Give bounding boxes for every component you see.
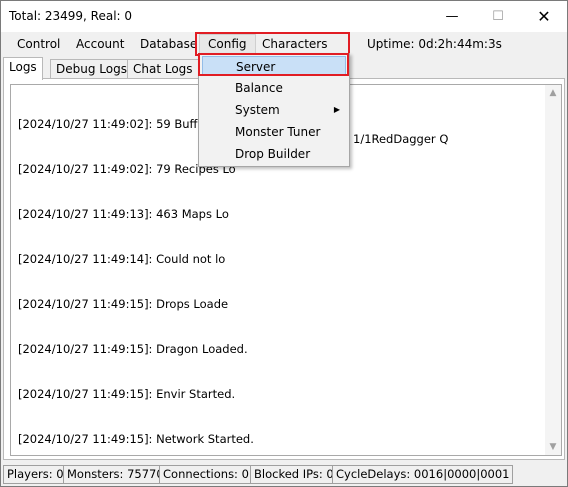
log-line: [2024/10/27 11:49:14]: Could not lo — [18, 252, 226, 266]
menu-item-balance[interactable]: Balance — [202, 78, 346, 98]
status-connections: Connections: 0 — [159, 465, 253, 484]
window-title: Total: 23499, Real: 0 — [9, 9, 133, 23]
log-overflow-text: 1/1RedDagger Q — [353, 132, 449, 146]
menu-item-label: Monster Tuner — [235, 125, 321, 139]
scroll-up-arrow-icon[interactable]: ▲ — [545, 85, 561, 101]
menu-item-label: Drop Builder — [235, 147, 311, 161]
uptime-label: Uptime: 0d:2h:44m:3s — [367, 37, 502, 51]
log-line: [2024/10/27 11:49:15]: Network Started. — [18, 432, 254, 446]
highlight-box-server — [198, 53, 349, 76]
menu-account[interactable]: Account — [68, 34, 132, 54]
menu-control[interactable]: Control — [9, 34, 68, 54]
tab-logs[interactable]: Logs — [3, 57, 43, 80]
status-cycle-delays: CycleDelays: 0016|0000|0001 — [332, 465, 514, 484]
log-line: [2024/10/27 11:49:15]: Envir Started. — [18, 387, 236, 401]
log-line: [2024/10/27 11:49:15]: Dragon Loaded. — [18, 342, 248, 356]
status-bar: Players: 0 Monsters: 75770 Connections: … — [3, 465, 565, 484]
scroll-down-arrow-icon[interactable]: ▼ — [545, 439, 561, 455]
log-scrollbar[interactable]: ▲ ▼ — [545, 85, 561, 455]
maximize-button[interactable]: ☐ — [475, 1, 521, 32]
main-window: Total: 23499, Real: 0 — ☐ ✕ Control Acco… — [0, 0, 568, 487]
minimize-button[interactable]: — — [429, 1, 475, 32]
menu-item-label: Balance — [235, 81, 283, 95]
log-line: [2024/10/27 11:49:13]: 463 Maps Lo — [18, 207, 229, 221]
status-blocked-ips: Blocked IPs: 0 — [250, 465, 338, 484]
close-button[interactable]: ✕ — [521, 1, 567, 32]
tab-chat-logs[interactable]: Chat Logs — [127, 59, 199, 79]
menu-item-label: System — [235, 103, 280, 117]
submenu-arrow-icon: ▶ — [333, 105, 340, 114]
status-monsters: Monsters: 75770 — [63, 465, 168, 484]
title-bar: Total: 23499, Real: 0 — ☐ ✕ — [1, 1, 567, 32]
menu-item-monster-tuner[interactable]: Monster Tuner — [202, 122, 346, 142]
menu-item-system[interactable]: System ▶ — [202, 100, 346, 120]
log-line: [2024/10/27 11:49:15]: Drops Loade — [18, 297, 229, 311]
tab-debug-logs[interactable]: Debug Logs — [50, 59, 133, 79]
status-players: Players: 0 — [3, 465, 68, 484]
menu-item-drop-builder[interactable]: Drop Builder — [202, 144, 346, 164]
